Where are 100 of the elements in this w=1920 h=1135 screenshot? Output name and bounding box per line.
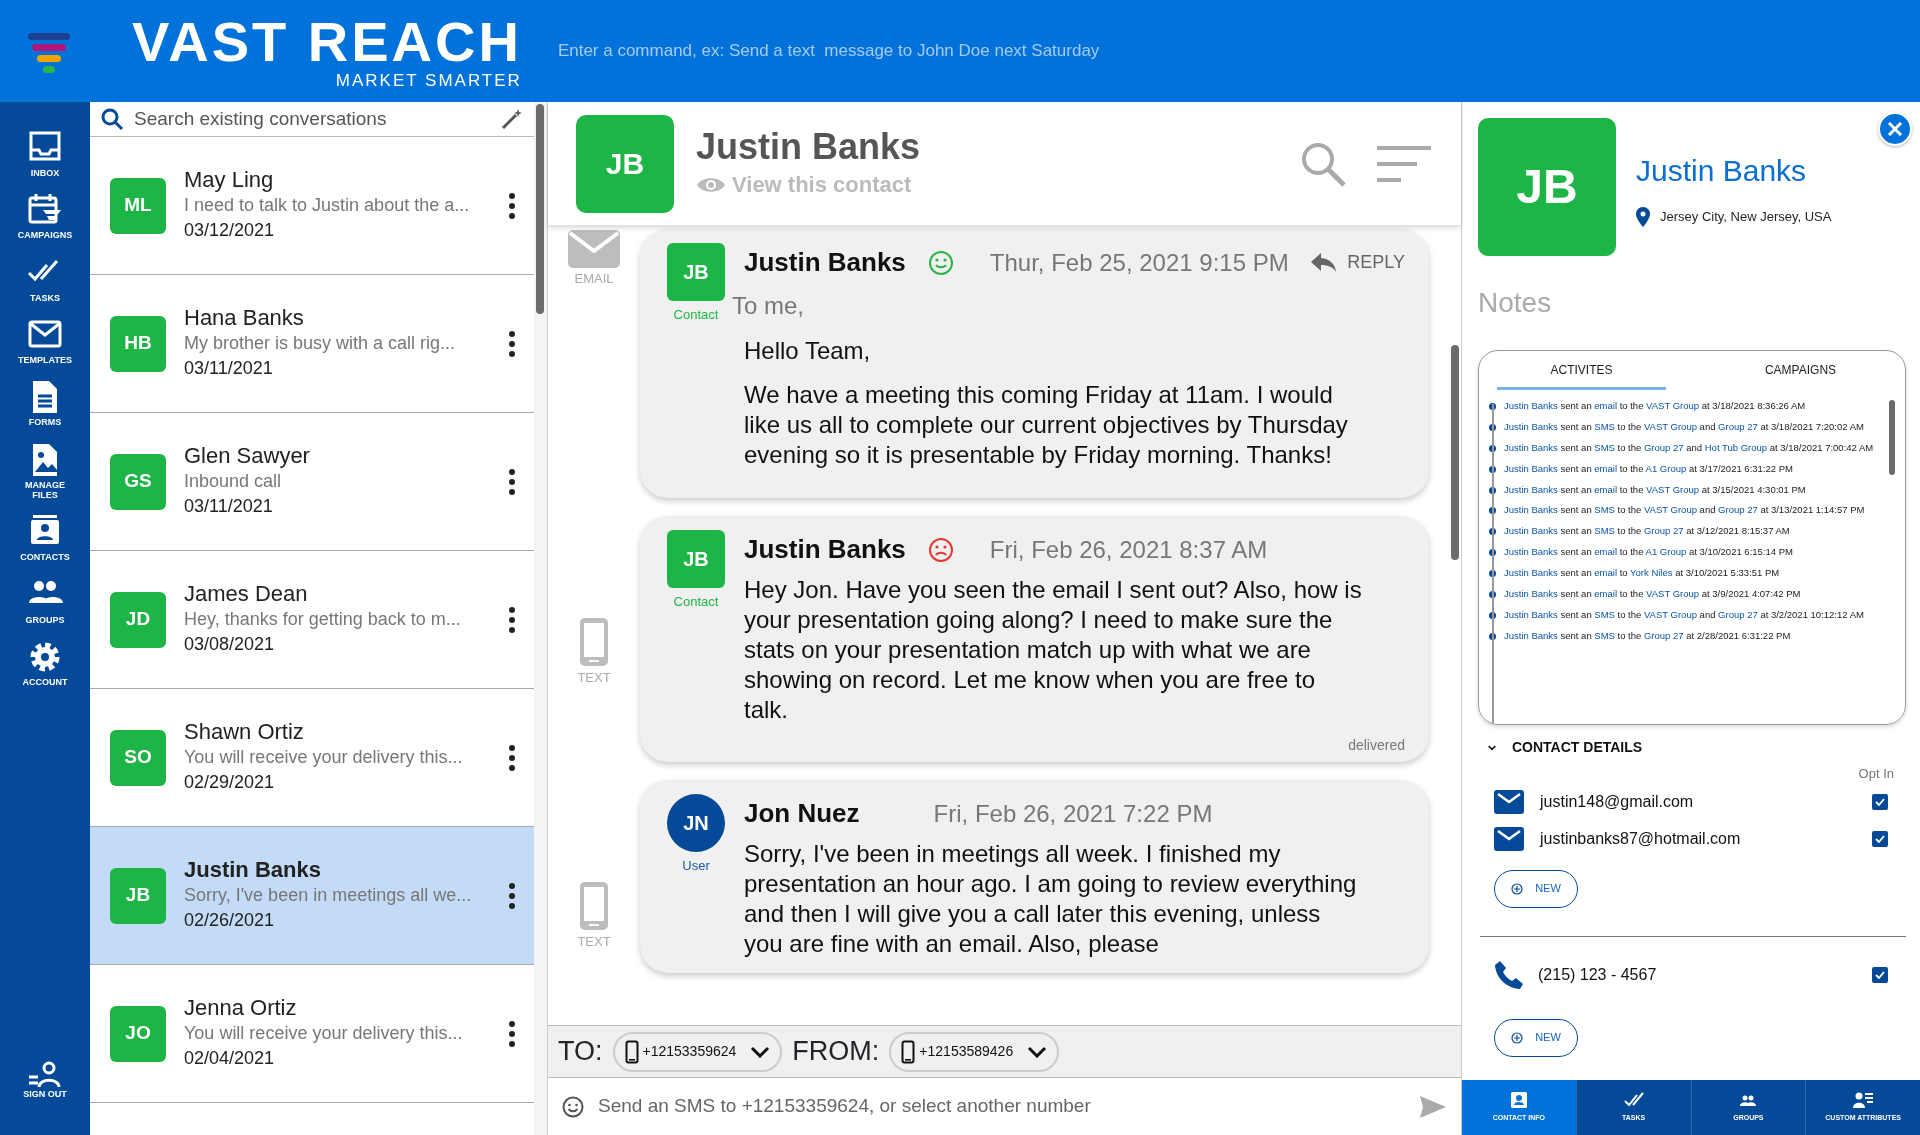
timeline-dot	[1489, 403, 1496, 410]
conversation-date: 03/12/2021	[184, 218, 276, 242]
scrollbar-thumb[interactable]	[536, 104, 545, 314]
channel-label: EMAIL	[574, 270, 614, 288]
activity-link[interactable]: Group 27	[1644, 629, 1684, 641]
activity-link[interactable]: Justin Banks	[1504, 462, 1558, 474]
activity-link[interactable]: Group 27	[1718, 608, 1758, 620]
person-list-icon	[1853, 1091, 1874, 1110]
new-button[interactable]: NEW	[1494, 1018, 1578, 1057]
activity-link[interactable]: Justin Banks	[1504, 525, 1558, 537]
nav-item[interactable]: MANAGE FILES	[17, 441, 73, 501]
more-icon[interactable]	[508, 192, 517, 219]
activity-link[interactable]: Justin Banks	[1504, 400, 1558, 411]
timeline-dot	[1489, 444, 1496, 452]
nav-item[interactable]: TEMPLATES	[17, 317, 73, 366]
conversation-item[interactable]: JB Justin Banks Sorry, I've been in meetings all we... 02/26/2021	[90, 827, 535, 965]
more-icon[interactable]	[508, 744, 517, 771]
activity-link[interactable]: York Niles	[1630, 567, 1673, 578]
activity-link[interactable]: A1 Group	[1645, 546, 1687, 558]
scrollbar-thumb[interactable]	[1451, 345, 1459, 560]
more-icon[interactable]	[508, 606, 517, 633]
emoji-icon[interactable]	[562, 1095, 584, 1118]
activity-link[interactable]: Group 27	[1644, 441, 1684, 453]
contact-name: May Ling	[184, 167, 275, 194]
activity-link[interactable]: Justin Banks	[1504, 608, 1558, 620]
avatar: HB	[110, 315, 166, 372]
chevron-down-icon	[750, 1045, 771, 1058]
activity-link[interactable]: email	[1594, 400, 1618, 411]
activity-link[interactable]: email	[1594, 483, 1618, 495]
sender-role: User	[682, 857, 710, 875]
activity-link[interactable]: Justin Banks	[1504, 546, 1558, 558]
nav-item[interactable]: INBOX	[17, 130, 73, 179]
tab[interactable]: CAMPAIGNS	[1716, 351, 1885, 390]
activity-link[interactable]: Group 27	[1718, 420, 1758, 432]
checkbox[interactable]	[1872, 794, 1888, 810]
sender-role: Contact	[673, 306, 719, 324]
activity-link[interactable]: Justin Banks	[1504, 587, 1558, 599]
activity-link[interactable]: Justin Banks	[1504, 420, 1558, 432]
more-icon[interactable]	[508, 330, 517, 357]
activity-link[interactable]: VAST Group	[1644, 420, 1697, 432]
activity-link[interactable]: SMS	[1594, 504, 1615, 516]
more-icon[interactable]	[508, 1020, 517, 1047]
check-icon	[1875, 970, 1885, 979]
activity-link[interactable]: Justin Banks	[1504, 483, 1558, 495]
activity-text: Justin Banks sent an SMS to the Group 27 at 2/28/2021 6:31:22 PM	[1504, 629, 1791, 642]
activity-link[interactable]: SMS	[1594, 420, 1615, 432]
command-field[interactable]: Enter a command, ex: Send a text message to John Doe next Saturday	[555, 37, 1256, 65]
activity-link[interactable]: email	[1594, 462, 1618, 474]
sign-out-button[interactable]: SIGN OUT	[17, 1060, 73, 1099]
activity-link[interactable]: Justin Banks	[1504, 441, 1558, 453]
search-icon	[100, 107, 124, 131]
nav-item[interactable]: CAMPAIGNS	[17, 192, 73, 241]
avatar: JB	[576, 114, 674, 213]
activity-link[interactable]: SMS	[1594, 608, 1615, 620]
activity-text: Justin Banks sent an SMS to the Group 27 and Hot Tub Group at 3/18/2021 7:00:42 AM	[1504, 441, 1874, 454]
conversation-date: 03/11/2021	[184, 356, 274, 380]
timeline-dot	[1489, 423, 1496, 431]
reply-button[interactable]: REPLY	[1311, 249, 1405, 276]
activity-link[interactable]: SMS	[1594, 441, 1615, 453]
activity-link[interactable]: email	[1594, 587, 1618, 599]
activity-link[interactable]: Group 27	[1644, 525, 1684, 537]
checkbox[interactable]	[1872, 966, 1888, 983]
recipient-line: To me,	[732, 291, 806, 321]
sign-out-icon	[27, 1060, 63, 1089]
nav-item[interactable]: TASKS	[17, 254, 73, 304]
phone-number-select[interactable]: +12153359624	[612, 1031, 783, 1072]
nav-item[interactable]: FORMS	[17, 379, 73, 428]
phone-number-select[interactable]: +12153589426	[889, 1031, 1060, 1072]
activity-link[interactable]: VAST Group	[1646, 400, 1700, 411]
contact-name: Justin Banks	[1636, 153, 1808, 189]
more-icon[interactable]	[508, 468, 517, 495]
activity-text: Justin Banks sent an email to the VAST Group at 3/9/2021 4:07:42 PM	[1504, 587, 1801, 600]
phone-icon	[901, 1039, 916, 1064]
new-button[interactable]: NEW	[1494, 869, 1578, 908]
close-button[interactable]	[1878, 112, 1912, 146]
activity-link[interactable]: SMS	[1594, 525, 1615, 537]
plus-circle-icon	[1511, 1031, 1524, 1044]
contact-details-toggle[interactable]: CONTACT DETAILS	[1486, 737, 1906, 758]
nav-item[interactable]: ACCOUNT	[17, 639, 73, 688]
activity-link[interactable]: VAST Group	[1644, 608, 1697, 620]
activity-link[interactable]: VAST Group	[1644, 504, 1697, 516]
activity-link[interactable]: A1 Group	[1645, 462, 1687, 474]
activity-link[interactable]: email	[1594, 567, 1618, 578]
scrollbar-thumb[interactable]	[1889, 400, 1895, 475]
activity-link[interactable]: VAST Group	[1646, 587, 1700, 599]
activity-link[interactable]: SMS	[1594, 629, 1615, 641]
activity-link[interactable]: Justin Banks	[1504, 567, 1558, 578]
activity-link[interactable]: Justin Banks	[1504, 629, 1558, 641]
activity-link[interactable]: email	[1594, 546, 1618, 558]
activity-link[interactable]: Group 27	[1718, 504, 1758, 516]
checkbox[interactable]	[1872, 831, 1888, 847]
phone-handset-icon	[1494, 959, 1524, 990]
message-time: Thur, Feb 25, 2021 9:15 PM	[989, 247, 1289, 278]
activity-link[interactable]: VAST Group	[1646, 483, 1700, 495]
nav-item[interactable]: GROUPS	[17, 576, 73, 626]
nav-item[interactable]: CONTACTS	[17, 514, 73, 563]
more-icon[interactable]	[508, 882, 517, 909]
activity-link[interactable]: Hot Tub Group	[1704, 441, 1768, 453]
tab[interactable]: ACTIVITES	[1497, 351, 1666, 390]
activity-link[interactable]: Justin Banks	[1504, 504, 1558, 516]
